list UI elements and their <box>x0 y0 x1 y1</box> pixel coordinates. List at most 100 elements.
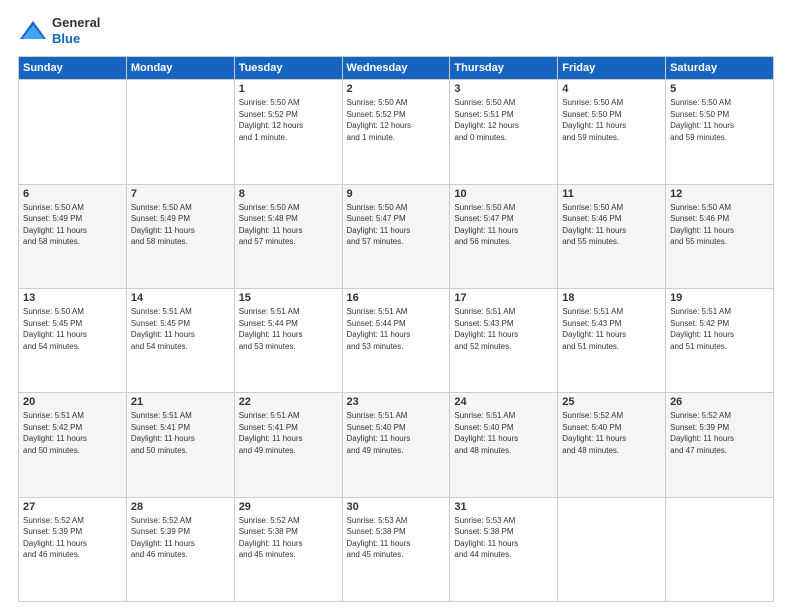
calendar-cell: 22 Sunrise: 5:51 AM Sunset: 5:41 PM Dayli… <box>234 393 342 497</box>
day-info: Sunrise: 5:50 AM Sunset: 5:46 PM Dayligh… <box>670 202 769 248</box>
calendar-cell: 31 Sunrise: 5:53 AM Sunset: 5:38 PM Dayli… <box>450 497 558 601</box>
day-number: 31 <box>454 501 553 513</box>
calendar-table: SundayMondayTuesdayWednesdayThursdayFrid… <box>18 56 774 602</box>
day-info: Sunrise: 5:50 AM Sunset: 5:48 PM Dayligh… <box>239 202 338 248</box>
day-info: Sunrise: 5:50 AM Sunset: 5:49 PM Dayligh… <box>131 202 230 248</box>
calendar-cell <box>558 497 666 601</box>
day-number: 18 <box>562 292 661 304</box>
day-info: Sunrise: 5:51 AM Sunset: 5:42 PM Dayligh… <box>670 306 769 352</box>
day-number: 17 <box>454 292 553 304</box>
calendar-cell: 17 Sunrise: 5:51 AM Sunset: 5:43 PM Dayli… <box>450 288 558 392</box>
header-row: SundayMondayTuesdayWednesdayThursdayFrid… <box>19 57 774 80</box>
day-header-sunday: Sunday <box>19 57 127 80</box>
calendar-cell: 11 Sunrise: 5:50 AM Sunset: 5:46 PM Dayli… <box>558 184 666 288</box>
calendar-cell: 19 Sunrise: 5:51 AM Sunset: 5:42 PM Dayli… <box>666 288 774 392</box>
calendar-cell: 26 Sunrise: 5:52 AM Sunset: 5:39 PM Dayli… <box>666 393 774 497</box>
calendar-cell: 14 Sunrise: 5:51 AM Sunset: 5:45 PM Dayli… <box>126 288 234 392</box>
day-info: Sunrise: 5:51 AM Sunset: 5:43 PM Dayligh… <box>562 306 661 352</box>
header: General Blue <box>18 15 774 46</box>
day-number: 16 <box>347 292 446 304</box>
day-header-saturday: Saturday <box>666 57 774 80</box>
day-info: Sunrise: 5:50 AM Sunset: 5:51 PM Dayligh… <box>454 97 553 143</box>
day-info: Sunrise: 5:51 AM Sunset: 5:44 PM Dayligh… <box>347 306 446 352</box>
day-number: 26 <box>670 396 769 408</box>
week-row-3: 13 Sunrise: 5:50 AM Sunset: 5:45 PM Dayli… <box>19 288 774 392</box>
day-info: Sunrise: 5:51 AM Sunset: 5:42 PM Dayligh… <box>23 410 122 456</box>
day-number: 13 <box>23 292 122 304</box>
day-number: 5 <box>670 83 769 95</box>
day-number: 24 <box>454 396 553 408</box>
calendar-cell: 18 Sunrise: 5:51 AM Sunset: 5:43 PM Dayli… <box>558 288 666 392</box>
day-number: 22 <box>239 396 338 408</box>
calendar-cell <box>19 80 127 184</box>
calendar-cell: 6 Sunrise: 5:50 AM Sunset: 5:49 PM Daylig… <box>19 184 127 288</box>
day-info: Sunrise: 5:50 AM Sunset: 5:50 PM Dayligh… <box>562 97 661 143</box>
day-info: Sunrise: 5:53 AM Sunset: 5:38 PM Dayligh… <box>347 515 446 561</box>
day-info: Sunrise: 5:51 AM Sunset: 5:41 PM Dayligh… <box>239 410 338 456</box>
week-row-1: 1 Sunrise: 5:50 AM Sunset: 5:52 PM Daylig… <box>19 80 774 184</box>
logo-icon <box>18 19 48 43</box>
day-info: Sunrise: 5:51 AM Sunset: 5:43 PM Dayligh… <box>454 306 553 352</box>
calendar-cell: 29Sunrise: 5:52 AM Sunset: 5:38 PM Dayli… <box>234 497 342 601</box>
day-info: Sunrise: 5:51 AM Sunset: 5:45 PM Dayligh… <box>131 306 230 352</box>
day-number: 19 <box>670 292 769 304</box>
calendar-cell: 25Sunrise: 5:52 AM Sunset: 5:40 PM Dayli… <box>558 393 666 497</box>
calendar-cell: 12 Sunrise: 5:50 AM Sunset: 5:46 PM Dayli… <box>666 184 774 288</box>
day-number: 4 <box>562 83 661 95</box>
day-info: Sunrise: 5:52 AM Sunset: 5:39 PM Dayligh… <box>23 515 122 561</box>
day-number: 10 <box>454 188 553 200</box>
calendar-cell: 28 Sunrise: 5:52 AM Sunset: 5:39 PM Dayli… <box>126 497 234 601</box>
logo: General Blue <box>18 15 100 46</box>
day-info: Sunrise: 5:50 AM Sunset: 5:47 PM Dayligh… <box>347 202 446 248</box>
day-number: 8 <box>239 188 338 200</box>
day-info: Sunrise: 5:50 AM Sunset: 5:52 PM Dayligh… <box>347 97 446 143</box>
calendar-cell: 9 Sunrise: 5:50 AM Sunset: 5:47 PM Daylig… <box>342 184 450 288</box>
day-number: 14 <box>131 292 230 304</box>
week-row-5: 27Sunrise: 5:52 AM Sunset: 5:39 PM Dayli… <box>19 497 774 601</box>
calendar-cell: 4 Sunrise: 5:50 AM Sunset: 5:50 PM Daylig… <box>558 80 666 184</box>
day-number: 6 <box>23 188 122 200</box>
day-number: 12 <box>670 188 769 200</box>
calendar-cell: 27Sunrise: 5:52 AM Sunset: 5:39 PM Dayli… <box>19 497 127 601</box>
calendar-cell: 3 Sunrise: 5:50 AM Sunset: 5:51 PM Daylig… <box>450 80 558 184</box>
week-row-4: 20Sunrise: 5:51 AM Sunset: 5:42 PM Dayli… <box>19 393 774 497</box>
day-info: Sunrise: 5:52 AM Sunset: 5:40 PM Dayligh… <box>562 410 661 456</box>
calendar-cell: 20Sunrise: 5:51 AM Sunset: 5:42 PM Dayli… <box>19 393 127 497</box>
calendar-cell: 13 Sunrise: 5:50 AM Sunset: 5:45 PM Dayli… <box>19 288 127 392</box>
calendar-cell: 21Sunrise: 5:51 AM Sunset: 5:41 PM Dayli… <box>126 393 234 497</box>
calendar-cell: 7 Sunrise: 5:50 AM Sunset: 5:49 PM Daylig… <box>126 184 234 288</box>
calendar-cell <box>666 497 774 601</box>
calendar-cell: 16 Sunrise: 5:51 AM Sunset: 5:44 PM Dayli… <box>342 288 450 392</box>
day-number: 23 <box>347 396 446 408</box>
day-number: 7 <box>131 188 230 200</box>
day-info: Sunrise: 5:52 AM Sunset: 5:38 PM Dayligh… <box>239 515 338 561</box>
day-info: Sunrise: 5:50 AM Sunset: 5:49 PM Dayligh… <box>23 202 122 248</box>
day-info: Sunrise: 5:50 AM Sunset: 5:45 PM Dayligh… <box>23 306 122 352</box>
day-header-thursday: Thursday <box>450 57 558 80</box>
day-info: Sunrise: 5:50 AM Sunset: 5:50 PM Dayligh… <box>670 97 769 143</box>
day-number: 1 <box>239 83 338 95</box>
day-info: Sunrise: 5:52 AM Sunset: 5:39 PM Dayligh… <box>131 515 230 561</box>
day-info: Sunrise: 5:50 AM Sunset: 5:46 PM Dayligh… <box>562 202 661 248</box>
day-number: 9 <box>347 188 446 200</box>
day-info: Sunrise: 5:51 AM Sunset: 5:41 PM Dayligh… <box>131 410 230 456</box>
calendar-cell: 15Sunrise: 5:51 AM Sunset: 5:44 PM Dayli… <box>234 288 342 392</box>
day-info: Sunrise: 5:51 AM Sunset: 5:40 PM Dayligh… <box>454 410 553 456</box>
day-number: 11 <box>562 188 661 200</box>
day-number: 28 <box>131 501 230 513</box>
day-info: Sunrise: 5:52 AM Sunset: 5:39 PM Dayligh… <box>670 410 769 456</box>
day-number: 3 <box>454 83 553 95</box>
day-info: Sunrise: 5:51 AM Sunset: 5:40 PM Dayligh… <box>347 410 446 456</box>
day-header-tuesday: Tuesday <box>234 57 342 80</box>
calendar-cell: 1Sunrise: 5:50 AM Sunset: 5:52 PM Daylig… <box>234 80 342 184</box>
day-info: Sunrise: 5:50 AM Sunset: 5:47 PM Dayligh… <box>454 202 553 248</box>
calendar-cell: 2 Sunrise: 5:50 AM Sunset: 5:52 PM Daylig… <box>342 80 450 184</box>
calendar-cell <box>126 80 234 184</box>
calendar-cell: 30Sunrise: 5:53 AM Sunset: 5:38 PM Dayli… <box>342 497 450 601</box>
day-info: Sunrise: 5:53 AM Sunset: 5:38 PM Dayligh… <box>454 515 553 561</box>
calendar-cell: 24 Sunrise: 5:51 AM Sunset: 5:40 PM Dayli… <box>450 393 558 497</box>
calendar-cell: 23 Sunrise: 5:51 AM Sunset: 5:40 PM Dayli… <box>342 393 450 497</box>
page: General Blue SundayMondayTuesdayWednesda… <box>0 0 792 612</box>
day-number: 2 <box>347 83 446 95</box>
day-header-monday: Monday <box>126 57 234 80</box>
